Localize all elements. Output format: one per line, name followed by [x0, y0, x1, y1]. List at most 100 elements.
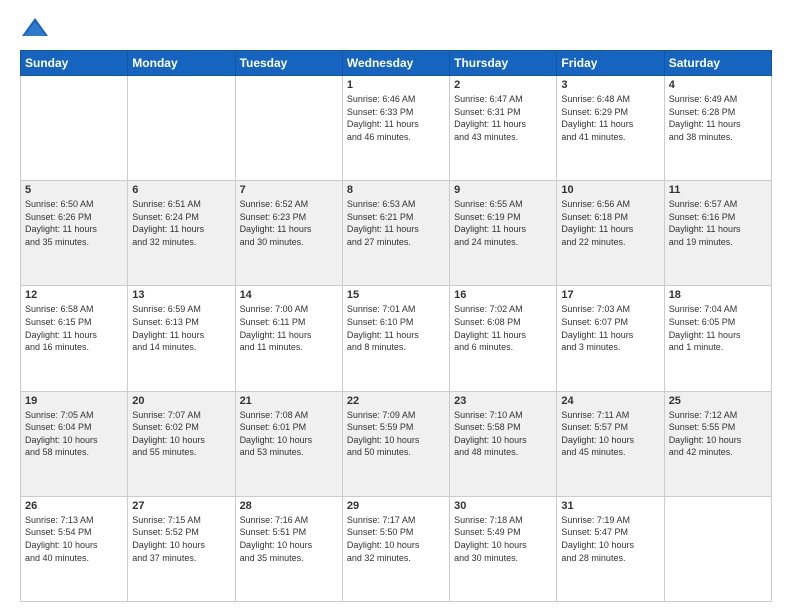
- day-info: Sunrise: 6:55 AMSunset: 6:19 PMDaylight:…: [454, 198, 552, 248]
- day-info: Sunrise: 7:03 AMSunset: 6:07 PMDaylight:…: [561, 303, 659, 353]
- calendar-cell: 7 Sunrise: 6:52 AMSunset: 6:23 PMDaylight…: [235, 181, 342, 286]
- calendar-cell: 28 Sunrise: 7:16 AMSunset: 5:51 PMDayligh…: [235, 496, 342, 601]
- day-number: 12: [25, 289, 123, 301]
- day-info: Sunrise: 6:52 AMSunset: 6:23 PMDaylight:…: [240, 198, 338, 248]
- calendar-cell: [664, 496, 771, 601]
- calendar-cell: 13 Sunrise: 6:59 AMSunset: 6:13 PMDayligh…: [128, 286, 235, 391]
- day-number: 14: [240, 289, 338, 301]
- calendar-cell: 6Sunrise: 6:51 AMSunset: 6:24 PMDaylight…: [128, 181, 235, 286]
- calendar-cell: 26 Sunrise: 7:13 AMSunset: 5:54 PMDayligh…: [21, 496, 128, 601]
- calendar-cell: 3 Sunrise: 6:48 AMSunset: 6:29 PMDaylight…: [557, 76, 664, 181]
- calendar-cell: 21 Sunrise: 7:08 AMSunset: 6:01 PMDayligh…: [235, 391, 342, 496]
- weekday-header: Wednesday: [342, 51, 449, 76]
- day-info: Sunrise: 7:02 AMSunset: 6:08 PMDaylight:…: [454, 303, 552, 353]
- day-number: 21: [240, 395, 338, 407]
- calendar-cell: 11 Sunrise: 6:57 AMSunset: 6:16 PMDayligh…: [664, 181, 771, 286]
- day-number: 13: [132, 289, 230, 301]
- day-number: 20: [132, 395, 230, 407]
- day-number: 7: [240, 184, 338, 196]
- day-number: 17: [561, 289, 659, 301]
- weekday-header: Sunday: [21, 51, 128, 76]
- day-info: Sunrise: 6:53 AMSunset: 6:21 PMDaylight:…: [347, 198, 445, 248]
- day-number: 8: [347, 184, 445, 196]
- day-info: Sunrise: 6:56 AMSunset: 6:18 PMDaylight:…: [561, 198, 659, 248]
- day-number: 27: [132, 500, 230, 512]
- day-number: 26: [25, 500, 123, 512]
- calendar-cell: 18Sunrise: 7:04 AMSunset: 6:05 PMDayligh…: [664, 286, 771, 391]
- day-number: 30: [454, 500, 552, 512]
- day-number: 19: [25, 395, 123, 407]
- day-number: 31: [561, 500, 659, 512]
- calendar-cell: 2Sunrise: 6:47 AMSunset: 6:31 PMDaylight…: [450, 76, 557, 181]
- day-info: Sunrise: 6:57 AMSunset: 6:16 PMDaylight:…: [669, 198, 767, 248]
- calendar-cell: 27Sunrise: 7:15 AMSunset: 5:52 PMDayligh…: [128, 496, 235, 601]
- logo: [20, 16, 54, 40]
- day-info: Sunrise: 7:10 AMSunset: 5:58 PMDaylight:…: [454, 409, 552, 459]
- calendar-cell: [128, 76, 235, 181]
- calendar-cell: 14Sunrise: 7:00 AMSunset: 6:11 PMDayligh…: [235, 286, 342, 391]
- day-info: Sunrise: 7:05 AMSunset: 6:04 PMDaylight:…: [25, 409, 123, 459]
- day-number: 29: [347, 500, 445, 512]
- calendar-cell: 10Sunrise: 6:56 AMSunset: 6:18 PMDayligh…: [557, 181, 664, 286]
- day-info: Sunrise: 6:51 AMSunset: 6:24 PMDaylight:…: [132, 198, 230, 248]
- weekday-header: Thursday: [450, 51, 557, 76]
- calendar-cell: 31 Sunrise: 7:19 AMSunset: 5:47 PMDayligh…: [557, 496, 664, 601]
- day-info: Sunrise: 7:01 AMSunset: 6:10 PMDaylight:…: [347, 303, 445, 353]
- calendar-week-row: 19 Sunrise: 7:05 AMSunset: 6:04 PMDayligh…: [21, 391, 772, 496]
- weekday-header: Friday: [557, 51, 664, 76]
- day-info: Sunrise: 7:16 AMSunset: 5:51 PMDaylight:…: [240, 514, 338, 564]
- day-number: 11: [669, 184, 767, 196]
- day-info: Sunrise: 6:58 AMSunset: 6:15 PMDaylight:…: [25, 303, 123, 353]
- calendar-cell: 5 Sunrise: 6:50 AMSunset: 6:26 PMDaylight…: [21, 181, 128, 286]
- day-number: 5: [25, 184, 123, 196]
- calendar-cell: 15 Sunrise: 7:01 AMSunset: 6:10 PMDayligh…: [342, 286, 449, 391]
- calendar-header-row: SundayMondayTuesdayWednesdayThursdayFrid…: [21, 51, 772, 76]
- calendar-cell: 29 Sunrise: 7:17 AMSunset: 5:50 PMDayligh…: [342, 496, 449, 601]
- day-info: Sunrise: 7:13 AMSunset: 5:54 PMDaylight:…: [25, 514, 123, 564]
- weekday-header: Saturday: [664, 51, 771, 76]
- day-info: Sunrise: 6:46 AMSunset: 6:33 PMDaylight:…: [347, 93, 445, 143]
- calendar-cell: 17 Sunrise: 7:03 AMSunset: 6:07 PMDayligh…: [557, 286, 664, 391]
- day-number: 4: [669, 79, 767, 91]
- calendar-cell: 24 Sunrise: 7:11 AMSunset: 5:57 PMDayligh…: [557, 391, 664, 496]
- day-number: 28: [240, 500, 338, 512]
- day-number: 1: [347, 79, 445, 91]
- day-number: 22: [347, 395, 445, 407]
- day-info: Sunrise: 7:17 AMSunset: 5:50 PMDaylight:…: [347, 514, 445, 564]
- calendar-cell: 12 Sunrise: 6:58 AMSunset: 6:15 PMDayligh…: [21, 286, 128, 391]
- calendar-table: SundayMondayTuesdayWednesdayThursdayFrid…: [20, 50, 772, 602]
- day-number: 15: [347, 289, 445, 301]
- day-info: Sunrise: 7:09 AMSunset: 5:59 PMDaylight:…: [347, 409, 445, 459]
- day-info: Sunrise: 7:18 AMSunset: 5:49 PMDaylight:…: [454, 514, 552, 564]
- day-info: Sunrise: 6:50 AMSunset: 6:26 PMDaylight:…: [25, 198, 123, 248]
- day-number: 23: [454, 395, 552, 407]
- weekday-header: Tuesday: [235, 51, 342, 76]
- calendar-cell: 16Sunrise: 7:02 AMSunset: 6:08 PMDayligh…: [450, 286, 557, 391]
- day-number: 25: [669, 395, 767, 407]
- day-info: Sunrise: 6:49 AMSunset: 6:28 PMDaylight:…: [669, 93, 767, 143]
- weekday-header: Monday: [128, 51, 235, 76]
- calendar-week-row: 26 Sunrise: 7:13 AMSunset: 5:54 PMDayligh…: [21, 496, 772, 601]
- day-info: Sunrise: 6:48 AMSunset: 6:29 PMDaylight:…: [561, 93, 659, 143]
- day-info: Sunrise: 6:59 AMSunset: 6:13 PMDaylight:…: [132, 303, 230, 353]
- calendar-week-row: 1 Sunrise: 6:46 AMSunset: 6:33 PMDaylight…: [21, 76, 772, 181]
- calendar-cell: 22 Sunrise: 7:09 AMSunset: 5:59 PMDayligh…: [342, 391, 449, 496]
- calendar-cell: 19 Sunrise: 7:05 AMSunset: 6:04 PMDayligh…: [21, 391, 128, 496]
- day-info: Sunrise: 7:11 AMSunset: 5:57 PMDaylight:…: [561, 409, 659, 459]
- day-info: Sunrise: 7:12 AMSunset: 5:55 PMDaylight:…: [669, 409, 767, 459]
- day-info: Sunrise: 7:08 AMSunset: 6:01 PMDaylight:…: [240, 409, 338, 459]
- day-number: 24: [561, 395, 659, 407]
- day-info: Sunrise: 7:04 AMSunset: 6:05 PMDaylight:…: [669, 303, 767, 353]
- calendar-week-row: 5 Sunrise: 6:50 AMSunset: 6:26 PMDaylight…: [21, 181, 772, 286]
- day-info: Sunrise: 7:19 AMSunset: 5:47 PMDaylight:…: [561, 514, 659, 564]
- header: [20, 16, 772, 40]
- calendar-cell: 1 Sunrise: 6:46 AMSunset: 6:33 PMDaylight…: [342, 76, 449, 181]
- day-number: 3: [561, 79, 659, 91]
- calendar-cell: [235, 76, 342, 181]
- logo-icon: [20, 16, 50, 40]
- page: SundayMondayTuesdayWednesdayThursdayFrid…: [0, 0, 792, 612]
- calendar-week-row: 12 Sunrise: 6:58 AMSunset: 6:15 PMDayligh…: [21, 286, 772, 391]
- calendar-cell: 30 Sunrise: 7:18 AMSunset: 5:49 PMDayligh…: [450, 496, 557, 601]
- day-number: 9: [454, 184, 552, 196]
- calendar-cell: 9 Sunrise: 6:55 AMSunset: 6:19 PMDaylight…: [450, 181, 557, 286]
